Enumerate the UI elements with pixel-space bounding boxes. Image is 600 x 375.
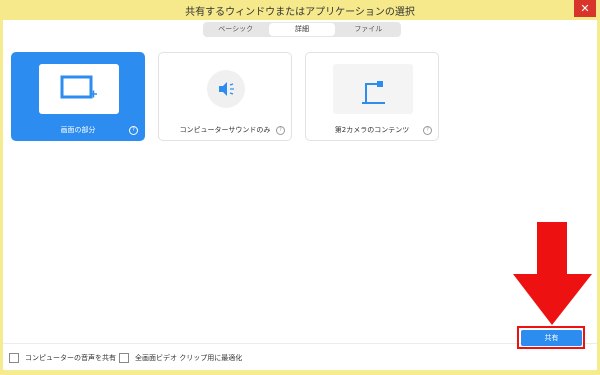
checkbox-box[interactable] xyxy=(9,353,19,363)
share-button[interactable]: 共有 xyxy=(521,330,582,346)
tab-advanced[interactable]: 詳細 xyxy=(269,23,335,36)
close-button[interactable]: ✕ xyxy=(574,0,596,17)
window-title: 共有するウィンドウまたはアプリケーションの選択 xyxy=(185,7,415,18)
optimize-video-checkbox[interactable]: 全画面ビデオ クリップ用に最適化 xyxy=(119,353,242,363)
tab-basic[interactable]: ベーシック xyxy=(203,22,268,37)
close-icon: ✕ xyxy=(580,2,590,15)
screen-portion-icon xyxy=(60,75,97,99)
card-thumbnail xyxy=(333,64,413,114)
help-icon[interactable]: ? xyxy=(276,126,285,135)
tab-files[interactable]: ファイル xyxy=(336,22,401,37)
checkbox-label: 全画面ビデオ クリップ用に最適化 xyxy=(135,354,243,362)
card-second-camera[interactable]: 第2カメラのコンテンツ ? xyxy=(305,52,439,141)
card-thumbnail xyxy=(39,64,119,114)
card-label: 画面の部分 xyxy=(60,126,96,134)
share-sound-checkbox[interactable]: コンピューターの音声を共有 xyxy=(9,353,116,363)
help-icon[interactable]: ? xyxy=(129,126,138,135)
speaker-icon xyxy=(207,70,245,108)
title-bar: 共有するウィンドウまたはアプリケーションの選択 ✕ xyxy=(0,0,600,20)
card-label: コンピューターサウンドのみ xyxy=(179,126,271,134)
checkbox-box[interactable] xyxy=(119,353,129,363)
card-label: 第2カメラのコンテンツ xyxy=(334,126,410,134)
help-icon[interactable]: ? xyxy=(423,126,432,135)
document-camera-icon xyxy=(362,81,385,104)
footer-divider xyxy=(3,343,597,344)
card-portion-of-screen[interactable]: 画面の部分 ? xyxy=(11,52,145,141)
checkbox-label: コンピューターの音声を共有 xyxy=(25,354,116,362)
content-area: ベーシック 詳細 ファイル 画面の部分 ? コンピューターサウンドのみ ? 第2… xyxy=(3,20,597,370)
tab-bar: ベーシック 詳細 ファイル xyxy=(203,22,401,37)
annotation-arrow-icon xyxy=(513,222,592,325)
card-computer-sound[interactable]: コンピューターサウンドのみ ? xyxy=(158,52,292,141)
share-window: 共有するウィンドウまたはアプリケーションの選択 ✕ ベーシック 詳細 ファイル … xyxy=(0,0,600,375)
